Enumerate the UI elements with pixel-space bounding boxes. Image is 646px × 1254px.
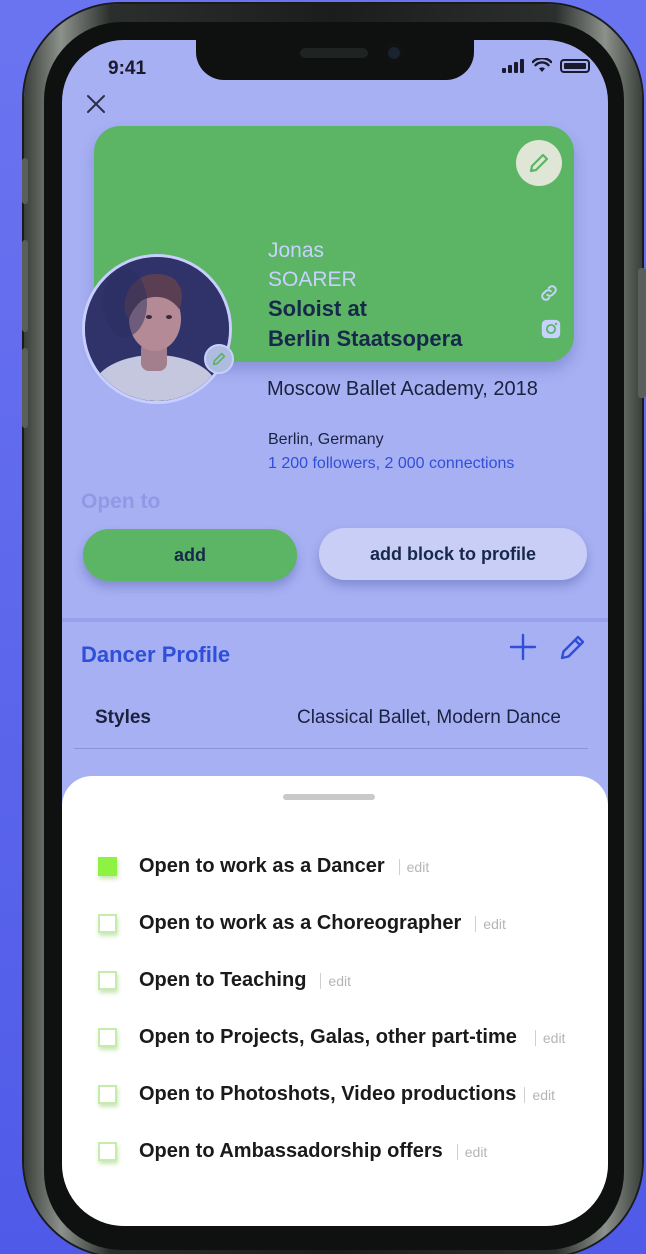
sheet-drag-handle[interactable] — [283, 794, 375, 800]
battery-icon — [560, 58, 590, 73]
phone-volume-up-button — [22, 240, 28, 332]
location: Berlin, Germany — [268, 431, 384, 448]
role-line-1: Soloist at — [268, 296, 368, 321]
phone-side-button — [22, 158, 28, 204]
option-label: Open to Teaching — [139, 969, 307, 991]
option-row[interactable]: Open to work as a Dancer edit — [98, 855, 429, 878]
add-block-button[interactable]: add block to profile — [319, 528, 587, 580]
option-row[interactable]: Open to Photoshots, Video productions ed… — [98, 1083, 555, 1106]
profile-card-text: Jonas SOARER Soloist at Berlin Staatsope… — [268, 236, 462, 354]
option-label: Open to work as a Dancer — [139, 855, 385, 877]
checkbox[interactable] — [98, 1028, 117, 1047]
role-line-2: Berlin Staatsopera — [268, 326, 463, 351]
bottom-sheet: Open to work as a Dancer edit Open to wo… — [62, 776, 608, 1226]
option-label: Open to Ambassadorship offers — [139, 1140, 443, 1162]
close-icon[interactable] — [84, 92, 108, 116]
front-camera — [384, 43, 404, 63]
edit-avatar-button[interactable] — [204, 344, 234, 374]
option-row[interactable]: Open to Projects, Galas, other part-time… — [98, 1026, 565, 1049]
phone-power-button — [638, 268, 646, 398]
open-to-title: Open to — [81, 490, 161, 513]
styles-label: Styles — [95, 707, 151, 728]
row-divider — [74, 748, 588, 749]
option-row[interactable]: Open to Teaching edit — [98, 969, 351, 992]
status-time: 9:41 — [108, 58, 147, 79]
first-name: Jonas — [268, 239, 325, 262]
option-label: Open to Photoshots, Video productions — [139, 1083, 517, 1105]
checkbox[interactable] — [98, 1142, 117, 1161]
education: Moscow Ballet Academy, 2018 — [267, 378, 538, 400]
app-screen: 9:41 Jonas SOARER Soloist at Berlin Staa… — [62, 40, 608, 1226]
checkbox[interactable] — [98, 971, 117, 990]
pencil-icon[interactable] — [558, 632, 588, 662]
edit-link[interactable]: edit — [524, 1086, 555, 1103]
signal-icon — [502, 58, 524, 73]
option-row[interactable]: Open to work as a Choreographer edit — [98, 912, 506, 935]
avatar — [82, 254, 232, 404]
link-icon[interactable] — [538, 282, 560, 304]
edit-link[interactable]: edit — [475, 915, 506, 932]
edit-link[interactable]: edit — [320, 972, 351, 989]
add-button[interactable]: add — [83, 529, 297, 581]
edit-card-button[interactable] — [516, 140, 562, 186]
notch — [196, 40, 474, 80]
edit-link[interactable]: edit — [456, 1143, 487, 1160]
checkbox[interactable] — [98, 914, 117, 933]
option-row[interactable]: Open to Ambassadorship offers edit — [98, 1140, 487, 1163]
last-name: SOARER — [268, 268, 357, 291]
pencil-icon — [529, 153, 549, 173]
styles-value: Classical Ballet, Modern Dance — [296, 707, 561, 728]
profile-photo — [85, 257, 229, 401]
option-label: Open to work as a Choreographer — [139, 912, 462, 934]
plus-icon[interactable] — [508, 632, 538, 662]
wifi-icon — [532, 58, 552, 72]
instagram-icon[interactable] — [540, 318, 562, 340]
pencil-icon — [212, 352, 226, 366]
checkbox[interactable] — [98, 857, 117, 876]
dancer-profile-title: Dancer Profile — [81, 642, 231, 667]
option-label: Open to Projects, Galas, other part-time — [139, 1026, 517, 1048]
checkbox[interactable] — [98, 1085, 117, 1104]
followers-link[interactable]: 1 200 followers, 2 000 connections — [268, 455, 514, 473]
status-icons — [502, 58, 590, 73]
section-divider — [62, 618, 608, 622]
speaker-grille — [300, 48, 368, 58]
edit-link[interactable]: edit — [398, 858, 429, 875]
edit-link[interactable]: edit — [534, 1029, 565, 1046]
phone-volume-down-button — [22, 348, 28, 428]
